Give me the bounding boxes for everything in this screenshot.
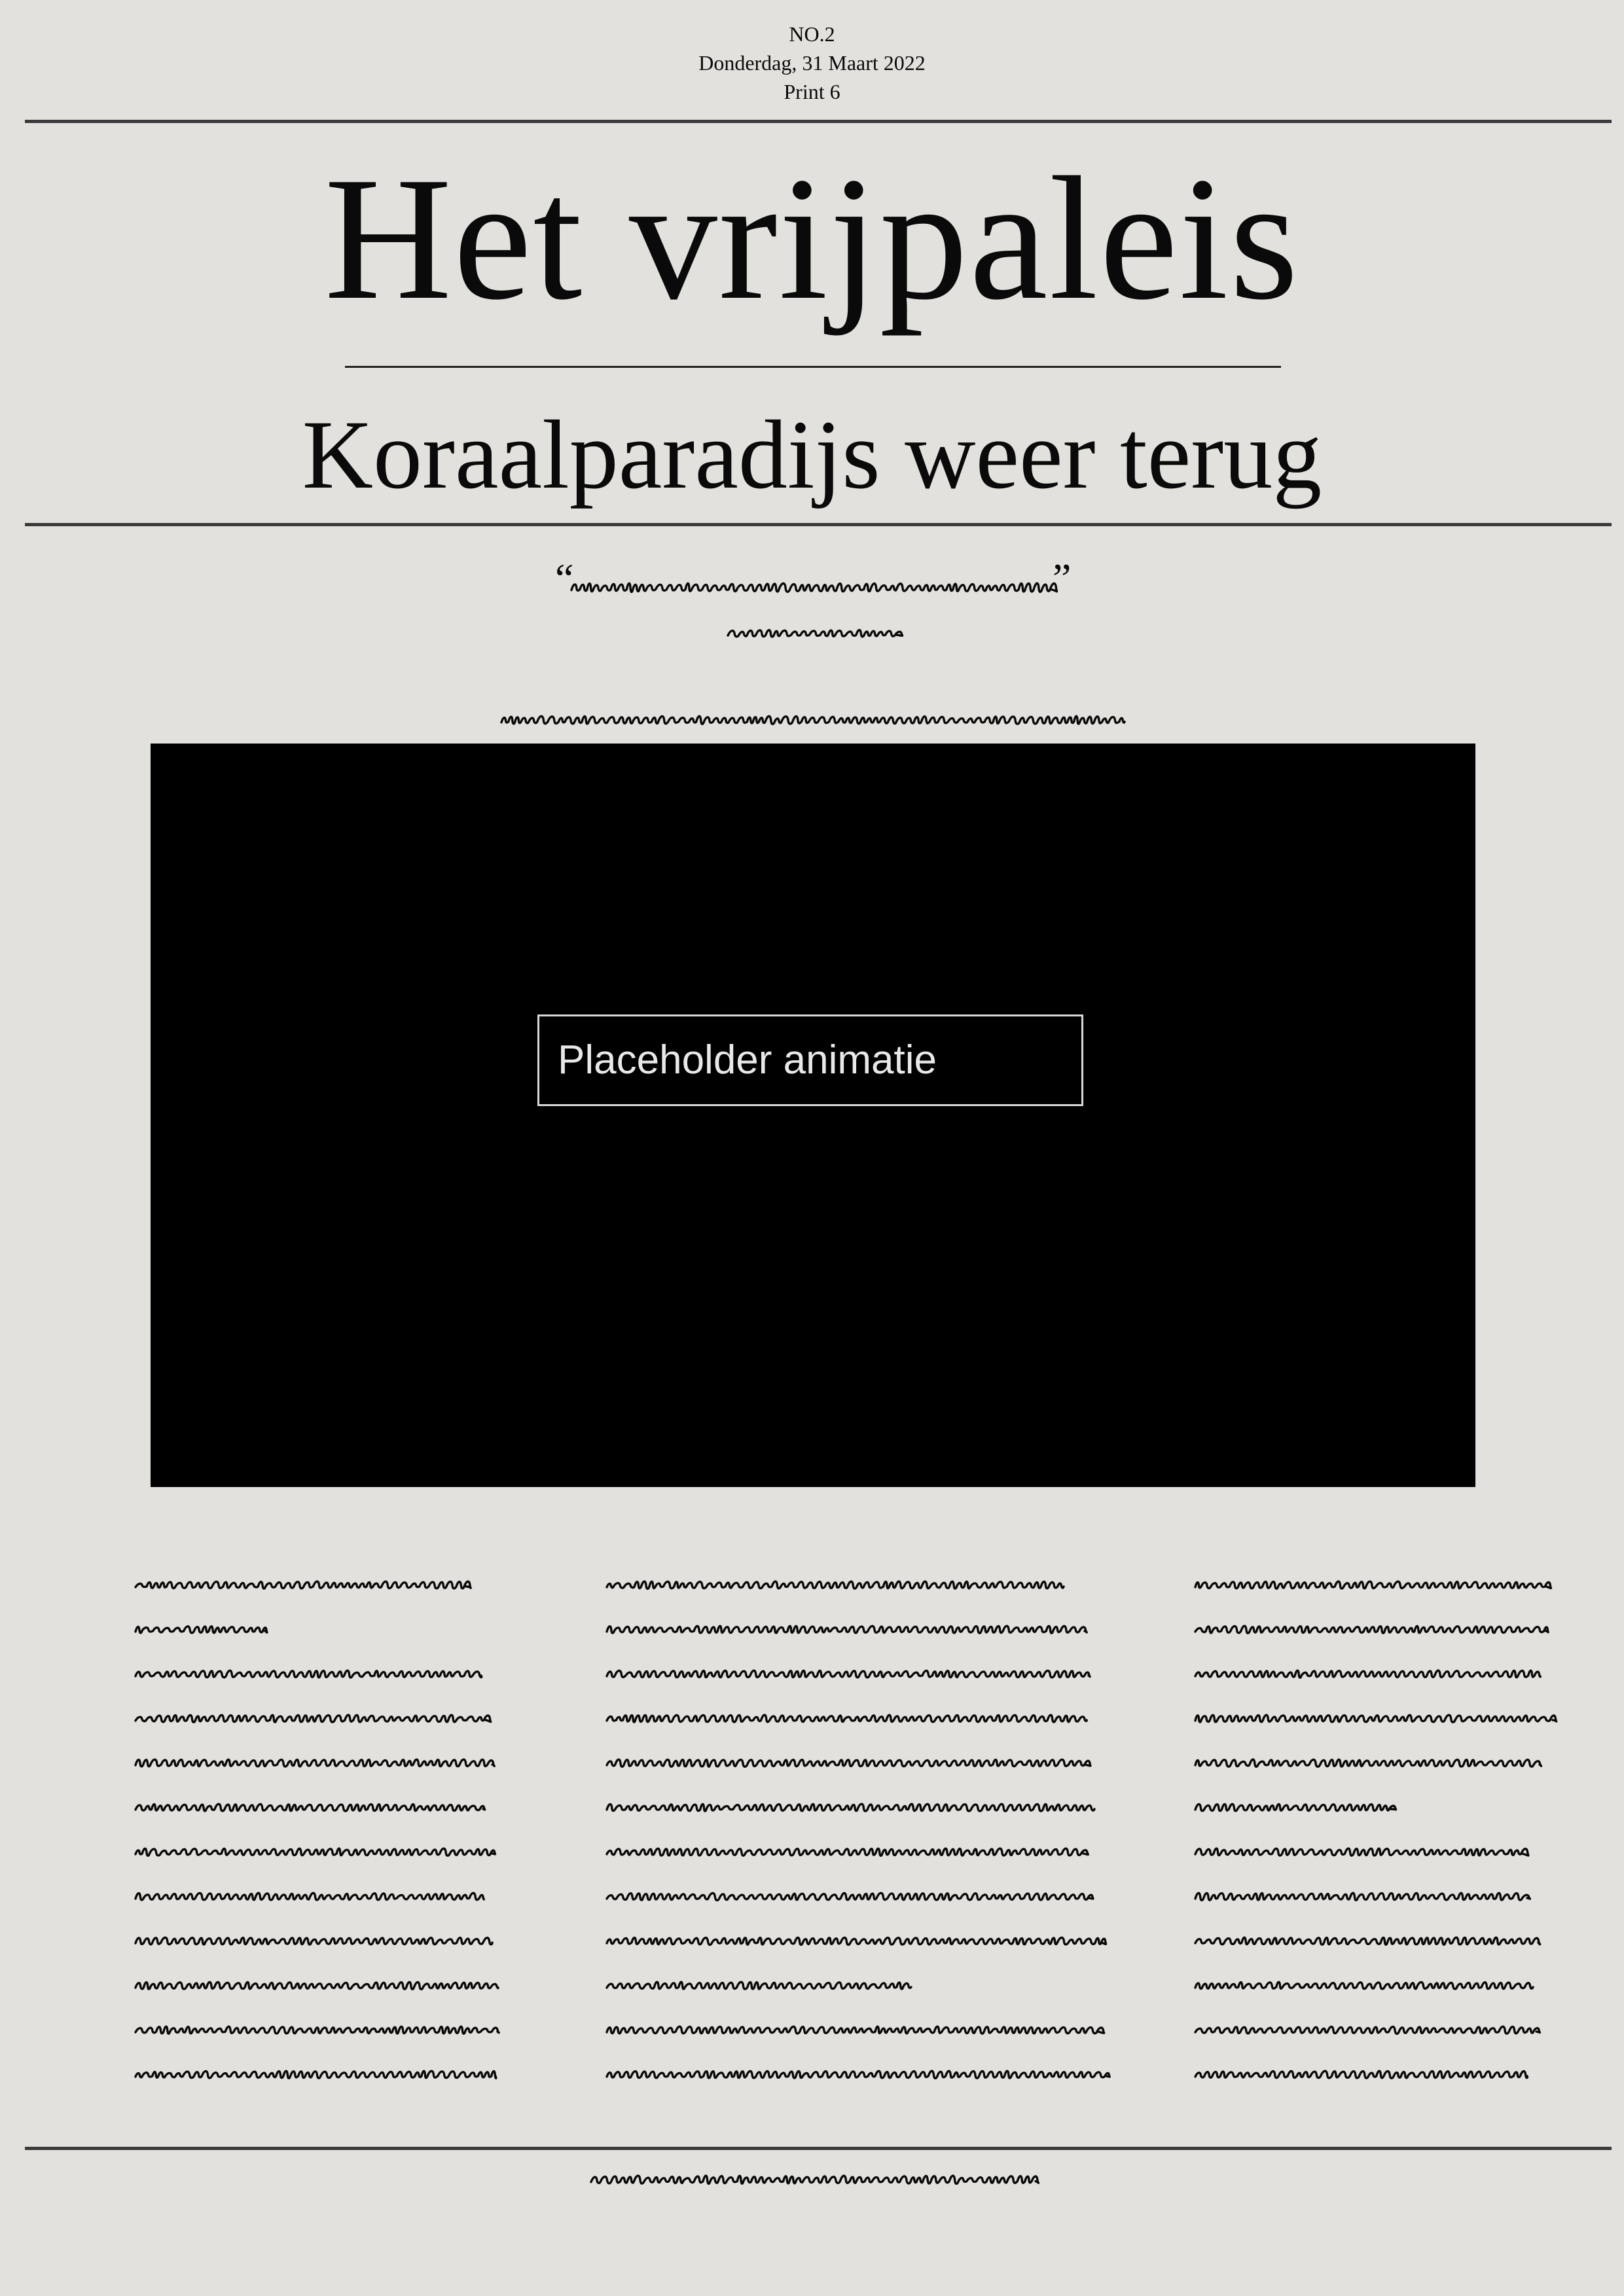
body-text-line — [1194, 1669, 1542, 1679]
masthead-divider — [345, 366, 1281, 368]
scribble-stroke — [590, 2174, 1040, 2185]
body-text-line — [134, 1892, 486, 1901]
body-text-line — [134, 1669, 483, 1679]
body-text-line — [1194, 1624, 1549, 1634]
scribble-stroke — [134, 1803, 486, 1812]
body-text-line — [134, 1713, 492, 1723]
scribble-stroke — [1194, 2070, 1529, 2079]
scribble-stroke — [1194, 1981, 1534, 1990]
body-text-line — [605, 1847, 1089, 1857]
body-text-line — [605, 1669, 1091, 1679]
scribble-stroke — [605, 1580, 1065, 1590]
scribble-stroke — [134, 2070, 497, 2080]
scribble-stroke — [1194, 1892, 1532, 1902]
scribble-stroke — [1194, 1847, 1530, 1857]
scribble-stroke — [1194, 1803, 1398, 1812]
scribble-stroke — [1194, 1936, 1542, 1946]
body-text-line — [605, 1981, 912, 1990]
print-number: Print 6 — [784, 80, 840, 103]
headline-bottom-rule — [25, 523, 1612, 526]
scribble-stroke — [134, 1892, 486, 1901]
footer-scribble — [590, 2174, 1040, 2185]
scribble-stroke — [134, 1625, 268, 1634]
issue-date: Donderdag, 31 Maart 2022 — [698, 51, 926, 75]
body-text-line — [1194, 1936, 1542, 1946]
scribble-stroke — [605, 1936, 1108, 1946]
quote-attribution-scribble — [727, 628, 904, 638]
body-text-line — [1194, 1847, 1530, 1857]
body-text-line — [605, 1758, 1092, 1768]
scribble-stroke — [1194, 1669, 1542, 1679]
scribble-stroke — [134, 1758, 496, 1768]
body-text-line — [1194, 2025, 1542, 2035]
scribble-stroke — [605, 1624, 1088, 1634]
scribble-stroke — [605, 1758, 1092, 1768]
body-text-line — [605, 1892, 1094, 1902]
video-placeholder-box: Placeholder animatie — [537, 1014, 1083, 1106]
body-text-line — [134, 1580, 472, 1590]
video-caption-scribble — [500, 715, 1126, 725]
scribble-stroke — [1194, 1758, 1543, 1768]
scribble-stroke — [1194, 1624, 1549, 1634]
body-text-line — [134, 2070, 497, 2080]
body-text-line — [134, 2025, 500, 2035]
header-top-rule — [25, 120, 1612, 123]
body-text-line — [134, 1803, 486, 1812]
body-text-line — [1194, 1803, 1398, 1812]
body-text-line — [605, 1713, 1088, 1723]
main-headline: Koraalparadijs weer terug — [302, 401, 1322, 509]
scribble-stroke — [500, 715, 1126, 725]
scribble-stroke — [1194, 1580, 1553, 1590]
body-text-line — [605, 1803, 1096, 1812]
body-text-line — [1194, 1713, 1558, 1723]
pull-quote-scribble — [570, 582, 1058, 594]
scribble-stroke — [134, 1936, 494, 1946]
video-placeholder-label: Placeholder animatie — [558, 1037, 937, 1083]
body-text-line — [134, 1625, 268, 1634]
scribble-stroke — [134, 1847, 497, 1857]
body-text-line — [134, 1981, 499, 1990]
body-text-line — [1194, 1892, 1532, 1902]
footer-rule — [25, 2147, 1612, 2150]
masthead-title: Het vrijpaleis — [324, 141, 1300, 336]
scribble-stroke — [134, 1713, 492, 1723]
body-text-line — [134, 1936, 494, 1946]
scribble-stroke — [1194, 2025, 1542, 2035]
scribble-stroke — [134, 1981, 499, 1990]
scribble-stroke — [605, 2070, 1111, 2079]
scribble-stroke — [570, 582, 1058, 594]
body-text-line — [605, 2025, 1106, 2035]
scribble-stroke — [605, 2025, 1106, 2035]
body-text-line — [605, 1936, 1108, 1946]
scribble-stroke — [134, 2025, 500, 2035]
scribble-stroke — [605, 1981, 912, 1990]
body-text-line — [605, 2070, 1111, 2079]
scribble-stroke — [605, 1669, 1091, 1679]
scribble-stroke — [134, 1669, 483, 1679]
body-text-line — [134, 1847, 497, 1857]
issue-number: NO.2 — [789, 22, 835, 46]
body-text-line — [1194, 1981, 1534, 1990]
body-text-line — [1194, 1580, 1553, 1590]
body-text-line — [605, 1580, 1065, 1590]
scribble-stroke — [605, 1847, 1089, 1857]
video-player[interactable]: Placeholder animatie — [151, 744, 1475, 1487]
body-text-line — [1194, 2070, 1529, 2079]
body-text-line — [134, 1758, 496, 1768]
body-text-line — [605, 1624, 1088, 1634]
scribble-stroke — [605, 1803, 1096, 1812]
scribble-stroke — [134, 1580, 472, 1590]
scribble-stroke — [1194, 1713, 1558, 1723]
body-text-line — [1194, 1758, 1543, 1768]
scribble-stroke — [727, 628, 904, 638]
quote-close-mark: ” — [1053, 555, 1072, 601]
scribble-stroke — [605, 1892, 1094, 1902]
scribble-stroke — [605, 1713, 1088, 1723]
